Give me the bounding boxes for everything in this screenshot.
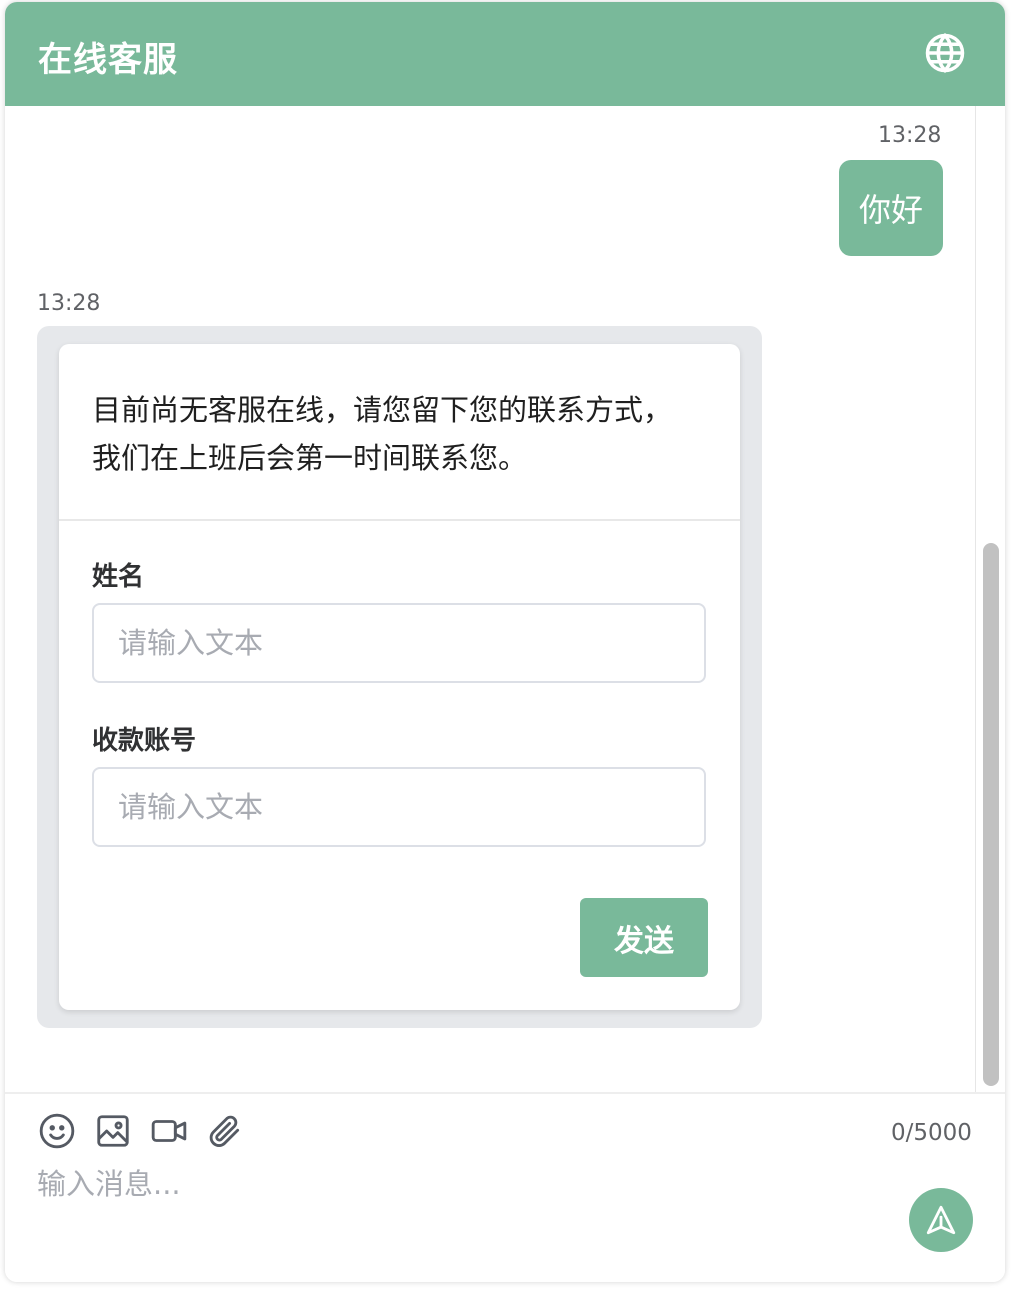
contact-form-card: 目前尚无客服在线，请您留下您的联系方式，我们在上班后会第一时间联系您。 姓名 收… [59,344,740,1010]
image-icon[interactable] [94,1112,132,1150]
name-input[interactable] [92,603,706,683]
offline-notice: 目前尚无客服在线，请您留下您的联系方式，我们在上班后会第一时间联系您。 [92,393,673,475]
chat-title: 在线客服 [38,40,178,80]
form-send-button[interactable]: 发送 [580,898,708,977]
emoji-icon[interactable] [38,1112,76,1150]
send-message-button[interactable] [909,1188,973,1252]
scrollbar-track [975,106,976,1092]
account-input[interactable] [92,767,706,847]
scrollbar-thumb[interactable] [983,543,999,1086]
chat-widget: 在线客服 13:28 你好 13:28 目前尚无客服在线，请您留下您的联系方式，… [5,2,1005,1282]
globe-icon[interactable] [924,32,966,74]
agent-message-time: 13:28 [37,291,101,316]
video-icon[interactable] [150,1112,188,1150]
agent-message-bubble: 目前尚无客服在线，请您留下您的联系方式，我们在上班后会第一时间联系您。 姓名 收… [37,326,762,1028]
user-message-time: 13:28 [878,123,942,148]
chat-header: 在线客服 [5,2,1005,106]
user-message-bubble: 你好 [839,160,943,256]
message-list[interactable]: 13:28 你好 13:28 目前尚无客服在线，请您留下您的联系方式，我们在上班… [5,106,1005,1092]
attachment-icon[interactable] [206,1112,244,1150]
account-label: 收款账号 [92,726,197,756]
composer: 0/5000 [5,1092,1005,1282]
name-label: 姓名 [92,562,145,592]
send-icon [926,1205,956,1235]
divider [59,519,740,521]
message-input[interactable] [37,1164,867,1204]
char-counter: 0/5000 [891,1120,972,1146]
